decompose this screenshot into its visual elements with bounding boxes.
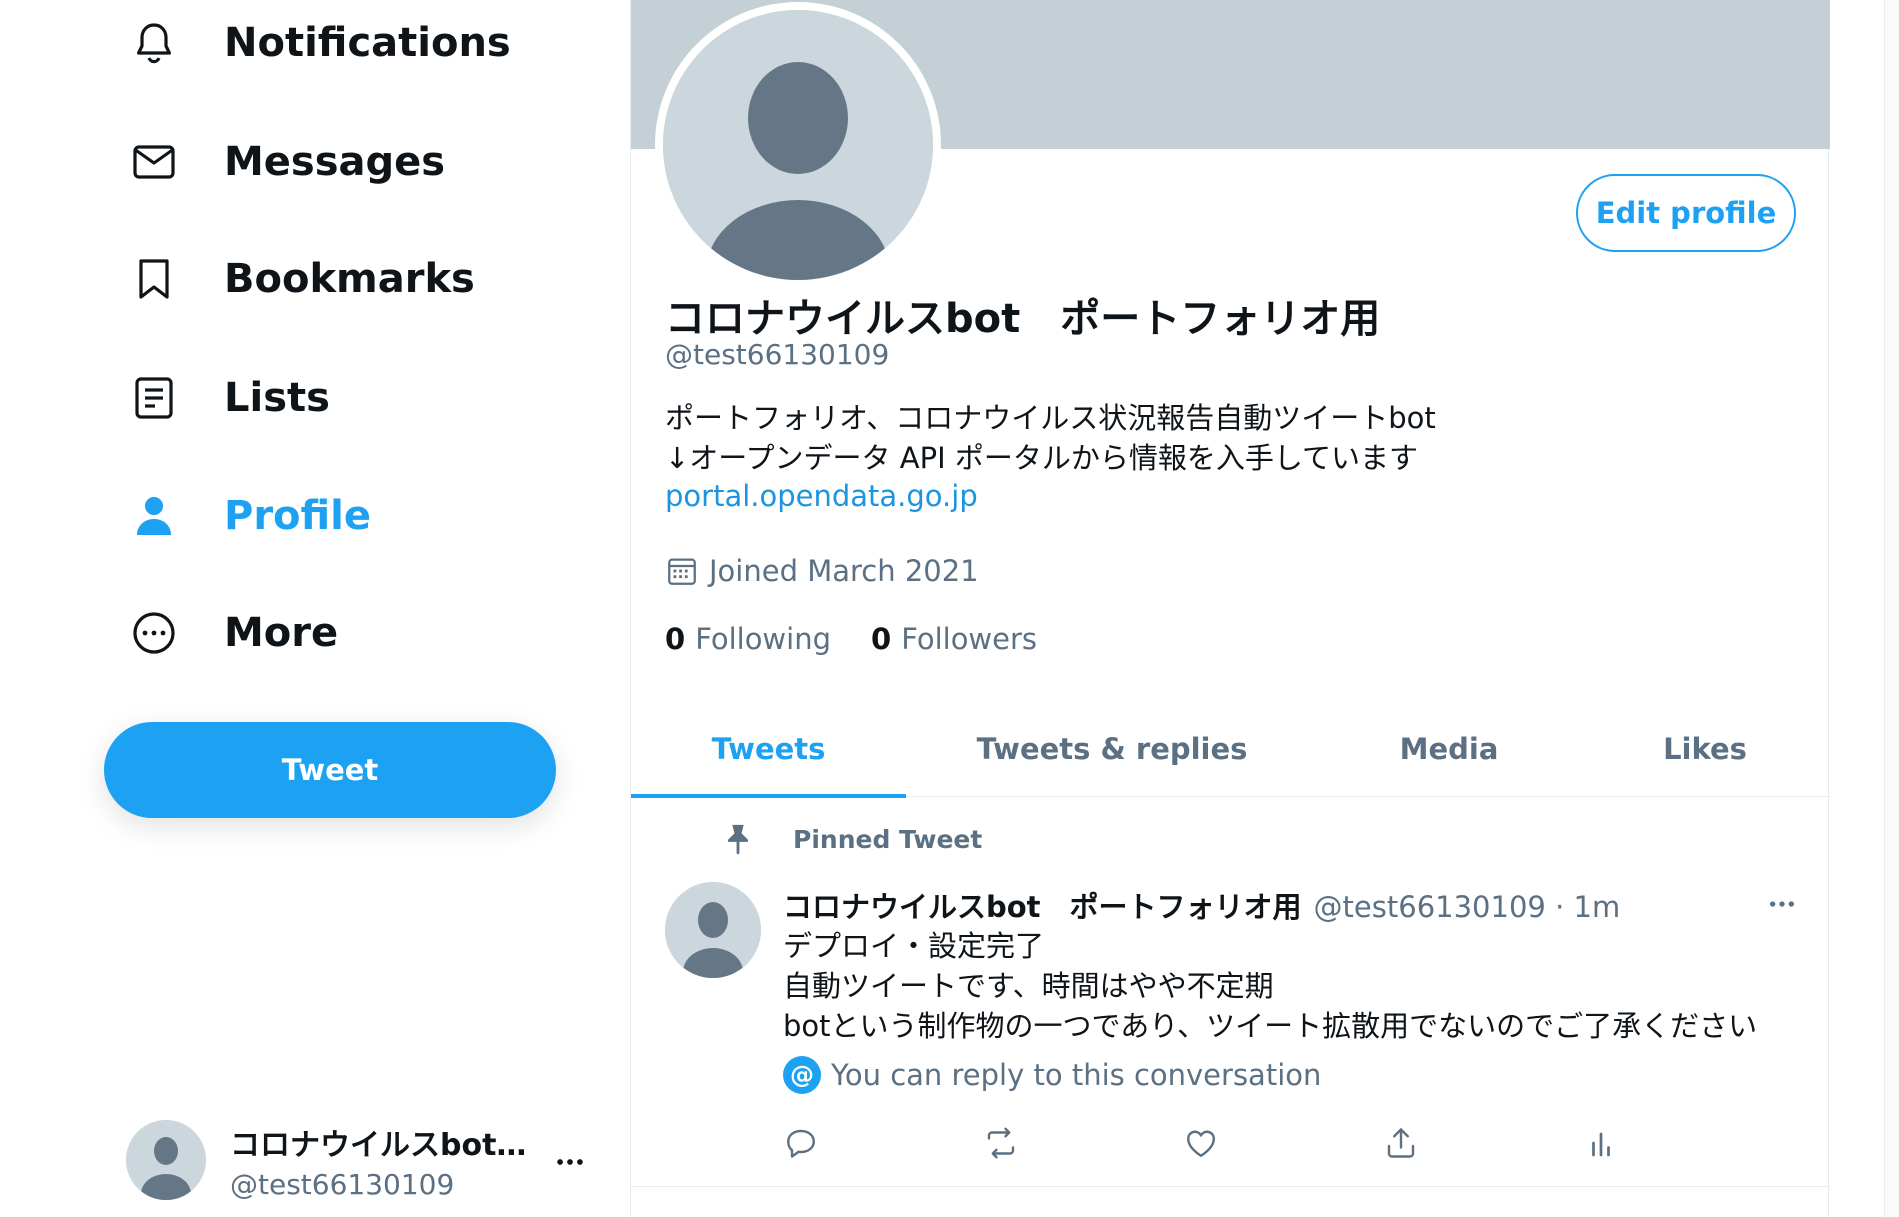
share-button[interactable] xyxy=(1383,1118,1583,1168)
nav-notifications[interactable]: Notifications xyxy=(128,13,511,73)
tab-media[interactable]: Media xyxy=(1318,700,1580,797)
tweet-actions xyxy=(783,1118,1783,1168)
nav-profile[interactable]: Profile xyxy=(128,486,371,546)
tweet-button[interactable]: Tweet xyxy=(104,722,556,818)
reply-restriction-note: @ You can reply to this conversation xyxy=(783,1056,1321,1094)
nav-label: Notifications xyxy=(224,20,511,66)
profile-bio: ポートフォリオ、コロナウイルス状況報告自動ツイートbot ↓オープンデータ AP… xyxy=(665,398,1436,478)
tweet-line: botという制作物の一つであり、ツイート拡散用でないのでご了承ください xyxy=(783,1009,1758,1043)
joined-date: Joined March 2021 xyxy=(665,554,979,588)
profile-tabs: Tweets Tweets & replies Media Likes xyxy=(631,700,1830,798)
account-name: コロナウイルスbot… xyxy=(230,1127,527,1163)
tab-tweets[interactable]: Tweets xyxy=(631,700,906,798)
sidebar: Notifications Messages Bookmarks Lists P… xyxy=(0,0,630,1217)
tweet-handle-time[interactable]: @test66130109 · 1m xyxy=(1314,890,1621,924)
pinned-indicator: Pinned Tweet xyxy=(721,822,982,856)
tweet-text: デプロイ・設定完了 自動ツイートです、時間はやや不定期 botという制作物の一つ… xyxy=(783,926,1757,1046)
nav-messages[interactable]: Messages xyxy=(128,132,445,192)
tweet-header: コロナウイルスbot ポートフォリオ用 @test66130109 · 1m xyxy=(783,884,1620,926)
person-icon xyxy=(128,490,180,542)
account-switcher[interactable]: コロナウイルスbot… @test66130109 xyxy=(126,1112,596,1208)
nav-label: Profile xyxy=(224,493,372,539)
nav-lists[interactable]: Lists xyxy=(128,368,330,428)
reply-button[interactable] xyxy=(783,1118,983,1168)
following-label: Following xyxy=(695,622,831,656)
nav-label: Lists xyxy=(224,375,330,421)
tweet-avatar[interactable] xyxy=(665,882,761,978)
followers-label: Followers xyxy=(901,622,1038,656)
nav-label: Messages xyxy=(224,139,446,185)
heart-icon xyxy=(1187,1130,1215,1157)
tweet-line: デプロイ・設定完了 xyxy=(783,929,1045,963)
avatar xyxy=(126,1120,206,1200)
profile-handle: @test66130109 xyxy=(665,338,890,371)
profile-display-name: コロナウイルスbot ポートフォリオ用 xyxy=(665,296,1381,342)
nav-more[interactable]: More xyxy=(128,603,338,663)
more-circle-icon xyxy=(128,607,180,659)
bio-line: ↓オープンデータ API ポータルから情報を入手しています xyxy=(665,441,1419,475)
list-icon xyxy=(128,372,180,424)
at-sign-icon: @ xyxy=(783,1056,821,1094)
joined-text: Joined March 2021 xyxy=(709,554,979,588)
tweet-line: 自動ツイートです、時間はやや不定期 xyxy=(783,969,1274,1003)
analytics-button[interactable] xyxy=(1583,1118,1783,1168)
bio-line: ポートフォリオ、コロナウイルス状況報告自動ツイートbot xyxy=(665,401,1436,435)
followers-link[interactable]: 0 Followers xyxy=(871,622,1037,656)
reply-icon xyxy=(787,1129,815,1158)
pin-icon xyxy=(728,824,748,855)
profile-column: Edit profile コロナウイルスbot ポートフォリオ用 @test66… xyxy=(630,0,1830,1217)
more-horizontal-icon[interactable] xyxy=(1757,884,1807,924)
followers-count: 0 xyxy=(871,622,892,656)
bio-link[interactable]: portal.opendata.go.jp xyxy=(665,479,978,513)
nav-label: Bookmarks xyxy=(224,256,475,302)
edit-profile-button[interactable]: Edit profile xyxy=(1576,174,1796,252)
more-horizontal-icon[interactable] xyxy=(544,1136,596,1188)
bell-icon xyxy=(128,17,180,69)
reply-note-text: You can reply to this conversation xyxy=(831,1058,1322,1092)
account-text: コロナウイルスbot… @test66130109 xyxy=(230,1120,530,1201)
retweet-button[interactable] xyxy=(983,1118,1183,1168)
pinned-label: Pinned Tweet xyxy=(793,824,983,854)
right-column-edge xyxy=(1884,0,1899,1217)
account-handle: @test66130109 xyxy=(230,1167,455,1201)
following-count: 0 xyxy=(665,622,686,656)
tab-likes[interactable]: Likes xyxy=(1580,700,1830,797)
analytics-icon xyxy=(1592,1132,1610,1157)
divider xyxy=(631,1186,1830,1187)
tweet-author-name[interactable]: コロナウイルスbot ポートフォリオ用 xyxy=(783,884,1302,926)
following-link[interactable]: 0 Following xyxy=(665,622,831,656)
tab-tweets-replies[interactable]: Tweets & replies xyxy=(906,700,1318,797)
follow-stats: 0 Following 0 Followers xyxy=(665,622,1077,656)
profile-avatar[interactable] xyxy=(655,2,941,288)
bookmark-icon xyxy=(128,253,180,305)
nav-label: More xyxy=(224,610,339,656)
calendar-icon xyxy=(668,558,696,585)
like-button[interactable] xyxy=(1183,1118,1383,1168)
envelope-icon xyxy=(128,136,180,188)
retweet-icon xyxy=(987,1127,1015,1159)
nav-bookmarks[interactable]: Bookmarks xyxy=(128,249,475,309)
share-icon xyxy=(1387,1128,1415,1158)
